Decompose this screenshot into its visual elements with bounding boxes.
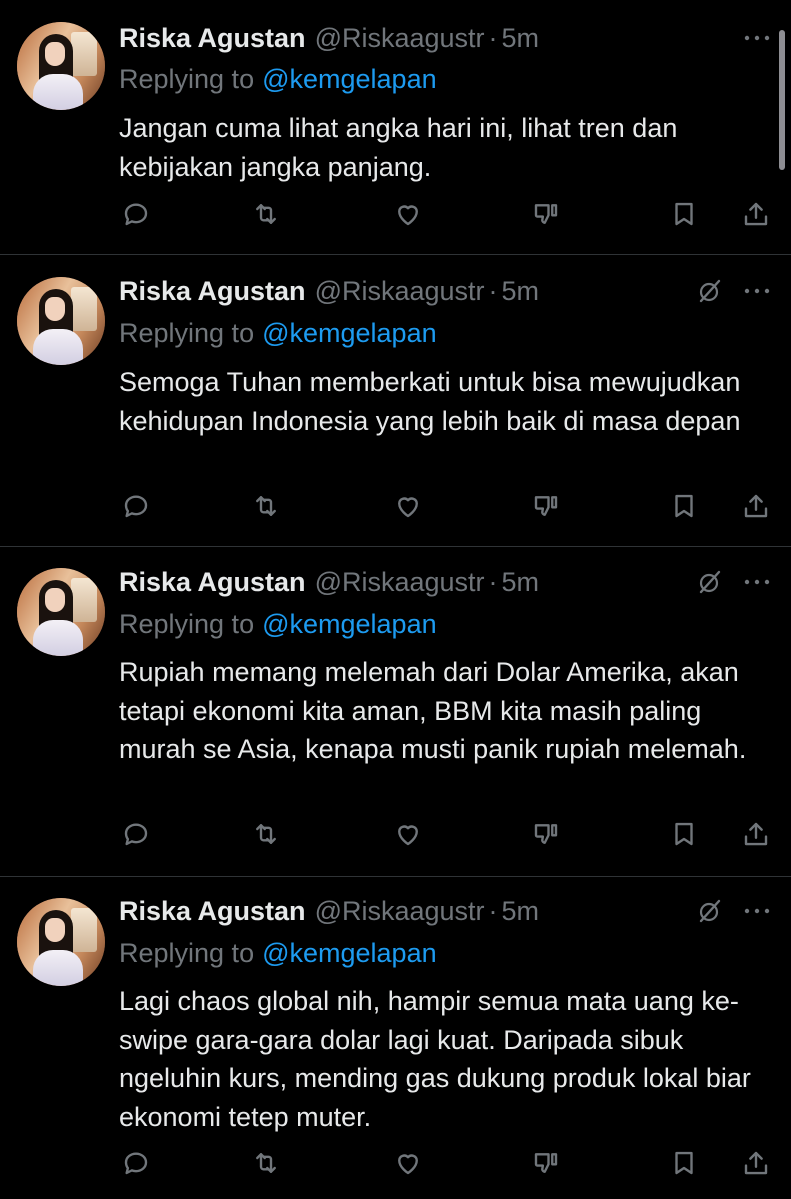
display-name[interactable]: Riska Agustan <box>119 276 306 307</box>
separator-dot: · <box>488 275 498 306</box>
timestamp[interactable]: 5m <box>502 896 540 927</box>
replying-to: Replying to @kemgelapan <box>119 606 437 642</box>
mention-link[interactable]: @kemgelapan <box>262 64 437 95</box>
bookmark-icon[interactable] <box>667 817 701 851</box>
tweet-header: Riska Agustan @Riskaagustr · 5m <box>119 564 539 600</box>
user-handle[interactable]: @Riskaagustr <box>315 276 485 307</box>
tweet-header: Riska Agustan @Riskaagustr · 5m <box>119 273 539 309</box>
reply-icon[interactable] <box>119 489 153 523</box>
timestamp[interactable]: 5m <box>502 276 540 307</box>
dislike-icon[interactable] <box>529 817 563 851</box>
user-handle[interactable]: @Riskaagustr <box>315 896 485 927</box>
replying-to: Replying to @kemgelapan <box>119 315 437 351</box>
avatar[interactable] <box>17 898 105 986</box>
display-name[interactable]: Riska Agustan <box>119 23 306 54</box>
timestamp[interactable]: 5m <box>502 567 540 598</box>
dislike-icon[interactable] <box>529 197 563 231</box>
action-bar <box>0 817 791 853</box>
like-icon[interactable] <box>391 489 425 523</box>
action-bar <box>0 489 791 525</box>
reply-icon[interactable] <box>119 1146 153 1180</box>
dislike-icon[interactable] <box>529 489 563 523</box>
tweet-header: Riska Agustan @Riskaagustr · 5m <box>119 20 539 56</box>
display-name[interactable]: Riska Agustan <box>119 896 306 927</box>
tweet[interactable]: Riska Agustan @Riskaagustr · 5m Replying… <box>0 547 791 875</box>
tweet[interactable]: Riska Agustan @Riskaagustr · 5m Replying… <box>0 877 791 1199</box>
display-name[interactable]: Riska Agustan <box>119 567 306 598</box>
replying-to-label: Replying to <box>119 317 255 348</box>
replying-to-label: Replying to <box>119 608 255 639</box>
tweet-text: Jangan cuma lihat angka hari ini, lihat … <box>119 113 678 182</box>
repost-icon[interactable] <box>249 489 283 523</box>
more-icon[interactable] <box>741 28 773 48</box>
repost-icon[interactable] <box>249 817 283 851</box>
separator-dot: · <box>488 22 498 53</box>
share-icon[interactable] <box>739 197 773 231</box>
share-icon[interactable] <box>739 1146 773 1180</box>
replying-to-label: Replying to <box>119 937 255 968</box>
tweet-text: Rupiah memang melemah dari Dolar Amerika… <box>119 657 747 764</box>
tweet-header: Riska Agustan @Riskaagustr · 5m <box>119 893 539 929</box>
more-icon[interactable] <box>741 901 773 921</box>
share-icon[interactable] <box>739 817 773 851</box>
avatar[interactable] <box>17 568 105 656</box>
dislike-icon[interactable] <box>529 1146 563 1180</box>
replying-to: Replying to @kemgelapan <box>119 61 437 97</box>
avatar[interactable] <box>17 277 105 365</box>
tweet-text: Semoga Tuhan memberkati untuk bisa mewuj… <box>119 367 741 436</box>
replying-to-label: Replying to <box>119 63 255 94</box>
grok-icon[interactable] <box>695 567 725 597</box>
tweet-text: Lagi chaos global nih, hampir semua mata… <box>119 986 751 1132</box>
action-bar <box>0 1146 791 1182</box>
user-handle[interactable]: @Riskaagustr <box>315 567 485 598</box>
user-handle[interactable]: @Riskaagustr <box>315 23 485 54</box>
tweet[interactable]: Riska Agustan @Riskaagustr · 5m Replying… <box>0 0 791 254</box>
reply-icon[interactable] <box>119 817 153 851</box>
separator-dot: · <box>488 895 498 926</box>
separator-dot: · <box>488 566 498 597</box>
bookmark-icon[interactable] <box>667 489 701 523</box>
repost-icon[interactable] <box>249 197 283 231</box>
like-icon[interactable] <box>391 817 425 851</box>
mention-link[interactable]: @kemgelapan <box>262 318 437 349</box>
mention-link[interactable]: @kemgelapan <box>262 609 437 640</box>
more-icon[interactable] <box>741 281 773 301</box>
scrollbar[interactable] <box>779 30 785 170</box>
reply-icon[interactable] <box>119 197 153 231</box>
bookmark-icon[interactable] <box>667 1146 701 1180</box>
mention-link[interactable]: @kemgelapan <box>262 938 437 969</box>
avatar[interactable] <box>17 22 105 110</box>
more-icon[interactable] <box>741 572 773 592</box>
repost-icon[interactable] <box>249 1146 283 1180</box>
replying-to: Replying to @kemgelapan <box>119 935 437 971</box>
action-bar <box>0 197 791 233</box>
tweet[interactable]: Riska Agustan @Riskaagustr · 5m Replying… <box>0 255 791 546</box>
share-icon[interactable] <box>739 489 773 523</box>
like-icon[interactable] <box>391 197 425 231</box>
timestamp[interactable]: 5m <box>502 23 540 54</box>
like-icon[interactable] <box>391 1146 425 1180</box>
bookmark-icon[interactable] <box>667 197 701 231</box>
grok-icon[interactable] <box>695 276 725 306</box>
grok-icon[interactable] <box>695 896 725 926</box>
